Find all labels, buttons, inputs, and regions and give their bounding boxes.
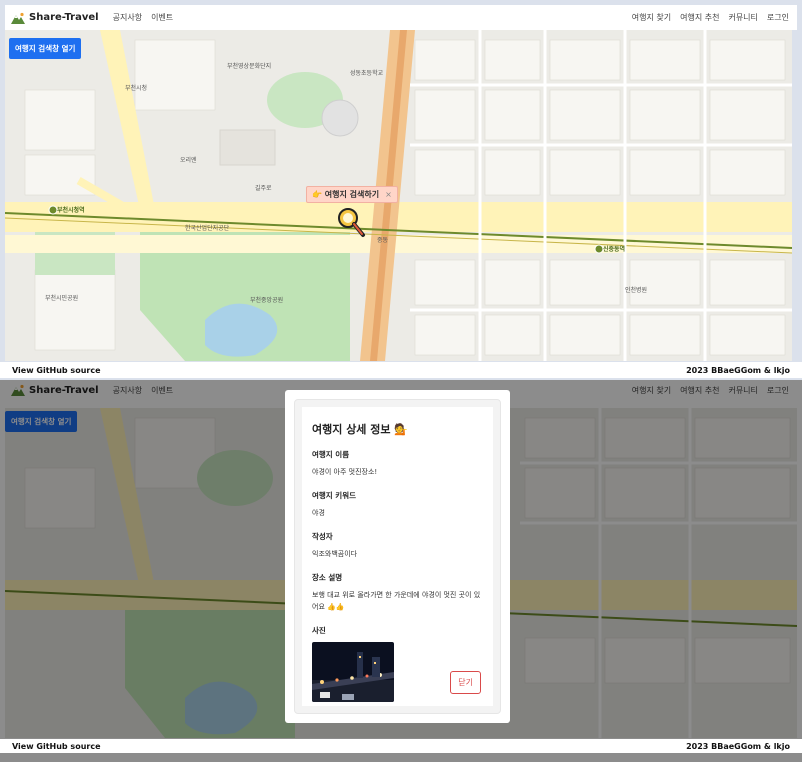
map-canvas[interactable]: 부천시청역 신중동역 부천영상문화단지 오리엔 부천중앙공원 성동초등학교 부천… [5, 30, 792, 361]
field-author-value: 익조와백곰이다 [312, 550, 358, 558]
brand-title: Share-Travel [29, 12, 99, 23]
open-search-button-2[interactable]: 여행지 검색창 열기 [5, 411, 78, 432]
map-label-station2: 신중동역 [603, 245, 625, 253]
map-label-place1: 부천영상문화단지 [227, 62, 271, 70]
map-label-station1: 부천시청역 [57, 206, 85, 214]
footer-2: View GitHub source 2023 BBaeGGom & lkjo [0, 739, 802, 753]
nav-login[interactable]: 로그인 [767, 12, 789, 23]
nav-recommend-2[interactable]: 여행지 추천 [680, 385, 719, 396]
nav-recommend[interactable]: 여행지 추천 [680, 12, 719, 23]
github-link-2[interactable]: View GitHub source [12, 742, 101, 751]
place-detail-modal: 여행지 상세 정보 💁 여행지 이름 야경이 아주 멋진장소! 여행지 키워드 … [285, 390, 510, 723]
night-view-photo-icon [312, 642, 394, 702]
map-label-place4: 성동초등학교 [350, 69, 384, 77]
field-description-value: 보행 대교 위로 올라가면 한 가운데에 야경이 멋진 곳이 있어요 👍👍 [312, 591, 481, 611]
open-search-button[interactable]: 여행지 검색창 열기 [9, 38, 82, 59]
copyright: 2023 BBaeGGom & lkjo [686, 365, 790, 375]
map-label-place7: 중동 [377, 237, 389, 244]
brand[interactable]: Share-Travel [11, 12, 99, 24]
detail-modal-view: Share-Travel 공지사항 이벤트 여행지 찾기 여행지 추천 커뮤니티… [0, 380, 802, 762]
modal-title: 여행지 상세 정보 💁 [312, 423, 409, 436]
top-navbar: Share-Travel 공지사항 이벤트 여행지 찾기 여행지 추천 커뮤니티… [5, 5, 797, 30]
field-name-value: 야경이 아주 멋진장소! [312, 468, 378, 476]
field-keyword-value: 야경 [312, 509, 325, 517]
nav-find-place-2[interactable]: 여행지 찾기 [632, 385, 671, 396]
field-description-label: 장소 설명 [312, 573, 343, 582]
field-author-label: 작성자 [312, 532, 333, 541]
map-label-place8: 한국산업단지공단 [185, 224, 230, 232]
github-link[interactable]: View GitHub source [12, 366, 101, 375]
nav-find-place[interactable]: 여행지 찾기 [632, 12, 671, 23]
map-label-place5: 부천시청 [125, 84, 147, 92]
nav-event-2[interactable]: 이벤트 [151, 385, 173, 396]
nav-notice[interactable]: 공지사항 [113, 12, 142, 23]
copyright-2: 2023 BBaeGGom & lkjo [686, 741, 790, 751]
field-name-label: 여행지 이름 [312, 450, 350, 459]
map-label-place9: 부천시민공원 [45, 294, 78, 302]
place-photo[interactable] [312, 642, 394, 702]
mountain-logo-icon [11, 384, 25, 396]
marker-tooltip-close[interactable]: × [385, 190, 392, 199]
field-photo-label: 사진 [312, 626, 326, 635]
map-label-place6: 길주로 [255, 184, 272, 192]
nav-event[interactable]: 이벤트 [151, 12, 173, 23]
map-label-place3: 부천중앙공원 [250, 296, 283, 304]
magnifier-marker-icon[interactable] [336, 206, 366, 238]
modal-close-button[interactable]: 닫기 [450, 671, 481, 694]
brand-title-2: Share-Travel [29, 384, 99, 396]
map-label-place2: 오리엔 [180, 156, 197, 164]
map-label-place10: 인천병원 [625, 286, 647, 294]
footer: View GitHub source 2023 BBaeGGom & lkjo [0, 362, 802, 378]
nav-login-2[interactable]: 로그인 [767, 385, 789, 396]
nav-community-2[interactable]: 커뮤니티 [728, 385, 757, 396]
field-keyword-label: 여행지 키워드 [312, 491, 357, 500]
mountain-logo-icon [11, 12, 25, 24]
nav-notice-2[interactable]: 공지사항 [113, 385, 142, 396]
map-graphic: 부천시청역 신중동역 부천영상문화단지 오리엔 부천중앙공원 성동초등학교 부천… [5, 30, 792, 361]
nav-community[interactable]: 커뮤니티 [728, 12, 757, 23]
brand-2[interactable]: Share-Travel [11, 384, 99, 396]
marker-tooltip-label: 👉 여행지 검색하기 [312, 190, 380, 199]
marker-tooltip[interactable]: 👉 여행지 검색하기 × [306, 186, 398, 203]
main-map-view: Share-Travel 공지사항 이벤트 여행지 찾기 여행지 추천 커뮤니티… [0, 0, 802, 380]
